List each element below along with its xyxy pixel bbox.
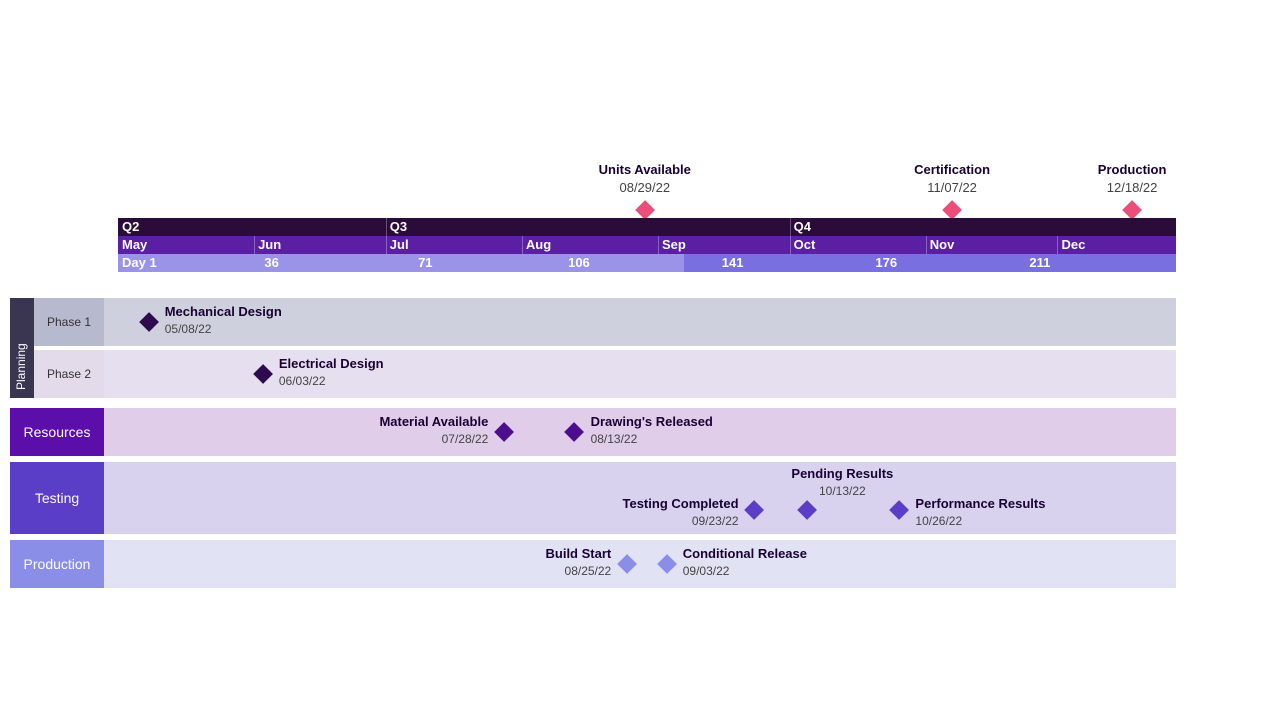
- resources-milestone-title: Drawing's Released: [591, 414, 713, 429]
- day-tick-label: 211: [1020, 254, 1060, 272]
- month-label: Dec: [1061, 236, 1085, 254]
- testing-pending-title: Pending Results: [772, 466, 912, 481]
- production-milestone-title: Build Start: [447, 546, 611, 561]
- month-divider: [522, 236, 523, 254]
- quarter-band: [118, 218, 1176, 236]
- testing-milestone-title: Testing Completed: [555, 496, 739, 511]
- resources-milestone-title: Material Available: [304, 414, 488, 429]
- month-label: May: [122, 236, 147, 254]
- testing-milestone-date: 09/23/22: [555, 514, 739, 528]
- production-milestone-date: 08/25/22: [447, 564, 611, 578]
- phase-label: Phase 1: [34, 298, 104, 346]
- month-divider: [926, 236, 927, 254]
- day-tick-label: 141: [713, 254, 753, 272]
- top-milestone-date: 08/29/22: [565, 180, 725, 195]
- testing-milestone-date: 10/26/22: [915, 514, 962, 528]
- planning-milestone-title: Mechanical Design: [165, 304, 282, 319]
- production-milestone-title: Conditional Release: [683, 546, 807, 561]
- testing-pending-date: 10/13/22: [772, 484, 912, 498]
- phase-label: Phase 2: [34, 350, 104, 398]
- timeline-diagram: Units Available 08/29/22 Certification 11/0…: [0, 0, 1280, 720]
- month-divider: [1057, 236, 1058, 254]
- month-label: Jun: [258, 236, 281, 254]
- planning-vertical-label: Planning: [14, 306, 28, 390]
- top-milestone-diamond: [1122, 200, 1142, 220]
- resources-milestone-date: 07/28/22: [304, 432, 488, 446]
- planning-milestone-date: 05/08/22: [165, 322, 212, 336]
- top-milestone-diamond: [635, 200, 655, 220]
- top-milestone-date: 11/07/22: [872, 180, 1032, 195]
- top-milestone-label: Units Available: [565, 162, 725, 177]
- month-divider: [658, 236, 659, 254]
- top-milestone-diamond: [942, 200, 962, 220]
- month-label: Sep: [662, 236, 686, 254]
- month-divider: [790, 236, 791, 254]
- planning-milestone-title: Electrical Design: [279, 356, 384, 371]
- quarter-divider: [790, 218, 791, 236]
- month-divider: [386, 236, 387, 254]
- month-label: Aug: [526, 236, 551, 254]
- day-progress: [118, 254, 684, 272]
- quarter-label: Q3: [390, 218, 407, 236]
- month-divider: [254, 236, 255, 254]
- resources-milestone-date: 08/13/22: [591, 432, 638, 446]
- top-milestone-date: 12/18/22: [1052, 180, 1212, 195]
- quarter-divider: [386, 218, 387, 236]
- quarter-label: Q2: [122, 218, 139, 236]
- day-tick-label: 176: [866, 254, 906, 272]
- testing-milestone-title: Performance Results: [915, 496, 1045, 511]
- production-label: Production: [10, 540, 104, 588]
- quarter-label: Q4: [794, 218, 811, 236]
- top-milestone-label: Certification: [872, 162, 1032, 177]
- resources-label: Resources: [10, 408, 104, 456]
- month-label: Nov: [930, 236, 955, 254]
- month-label: Oct: [794, 236, 816, 254]
- testing-label: Testing: [10, 462, 104, 534]
- production-row-bg: [104, 540, 1176, 588]
- planning-milestone-date: 06/03/22: [279, 374, 326, 388]
- production-milestone-date: 09/03/22: [683, 564, 730, 578]
- month-label: Jul: [390, 236, 409, 254]
- top-milestone-label: Production: [1052, 162, 1212, 177]
